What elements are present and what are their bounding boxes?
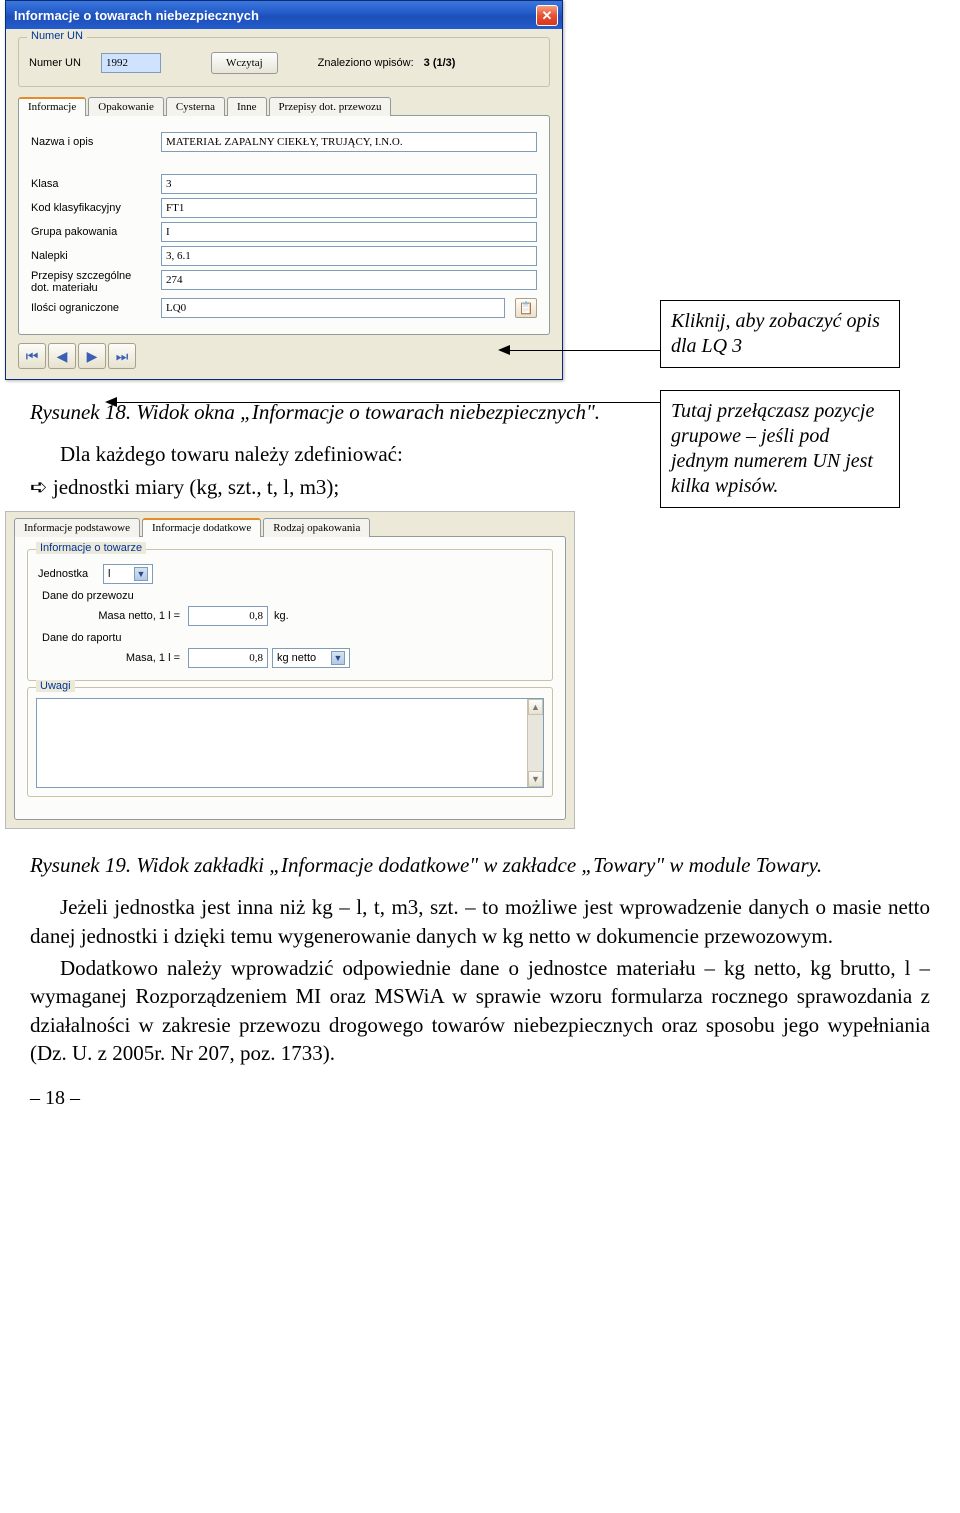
nalepki-input[interactable] [161,246,537,266]
prev-icon: ◀ [57,348,68,365]
lq-info-button[interactable]: 📋 [515,298,537,318]
group-info-towarze: Informacje o towarze [36,542,146,554]
tabs: Informacje Opakowanie Cysterna Inne Prze… [18,97,550,116]
record-nav: ⏮ ◀ ▶ ⏭ [18,343,550,369]
masa-unit-value: kg netto [277,652,325,664]
jednostka-label: Jednostka [38,568,103,580]
scroll-down-icon[interactable]: ▼ [528,771,543,787]
jednostka-select[interactable]: l ▼ [103,564,153,584]
masa-netto-unit: kg. [274,610,289,622]
body-para-2: Dodatkowo należy wprowadzić odpowiednie … [30,954,930,1067]
ilosci-label: Ilości ograniczone [31,302,151,314]
masa-input[interactable] [188,648,268,668]
numer-un-label: Numer UN [29,57,91,69]
nav-first-button[interactable]: ⏮ [18,343,46,369]
przepisy-label: Przepisy szczególne dot. materiału [31,270,151,294]
numer-un-input[interactable] [101,53,161,73]
group-numer-un: Numer UN Numer UN Wczytaj Znaleziono wpi… [18,37,550,87]
found-label: Znaleziono wpisów: [318,57,414,69]
tab-cysterna[interactable]: Cysterna [166,97,225,116]
first-icon: ⏮ [26,348,39,365]
page-number: – 18 – [30,1085,930,1112]
tab-opakowanie[interactable]: Opakowanie [88,97,164,116]
figure-19-caption: Rysunek 19. Widok zakładki „Informacje d… [30,851,930,879]
last-icon: ⏭ [116,348,129,365]
jednostka-value: l [108,568,128,580]
chevron-down-icon: ▼ [331,651,345,665]
dane-raportu-label: Dane do raportu [42,632,542,644]
callout-arrow-2-head [105,397,117,407]
nav-next-button[interactable]: ▶ [78,343,106,369]
close-button[interactable]: ✕ [536,5,558,26]
callout-arrow-1-head [498,345,510,355]
titlebar: Informacje o towarach niebezpiecznych ✕ [6,1,562,29]
bullet-arrow-icon: ➪ [30,475,53,499]
grupa-label: Grupa pakowania [31,226,151,238]
callout-lq: Kliknij, aby zobaczyć opis dla LQ 3 [660,300,900,368]
ilosci-input[interactable] [161,298,505,318]
nazwa-label: Nazwa i opis [31,136,151,148]
group-uwagi: Uwagi [36,680,75,692]
clipboard-icon: 📋 [519,301,534,315]
tab2-dodatkowe[interactable]: Informacje dodatkowe [142,518,261,537]
window-title: Informacje o towarach niebezpiecznych [14,8,259,23]
scroll-up-icon[interactable]: ▲ [528,699,543,715]
next-icon: ▶ [87,348,98,365]
callout-arrow-1-line [508,350,663,351]
group-legend: Numer UN [27,30,87,42]
tab-informacje[interactable]: Informacje [18,97,86,116]
grupa-input[interactable] [161,222,537,242]
przepisy-input[interactable] [161,270,537,290]
dialog-un-info: Informacje o towarach niebezpiecznych ✕ … [5,0,563,380]
panel-info-dodatkowe: Informacje podstawowe Informacje dodatko… [5,511,575,829]
klasa-label: Klasa [31,178,151,190]
tab2-opakowanie[interactable]: Rodzaj opakowania [263,518,370,537]
wczytaj-button[interactable]: Wczytaj [211,52,278,74]
close-icon: ✕ [542,9,553,22]
def-units: jednostki miary (kg, szt., t, l, m3); [53,475,339,499]
kod-label: Kod klasyfikacyjny [31,202,151,214]
nazwa-input[interactable] [161,132,537,152]
tab2-podstawowe[interactable]: Informacje podstawowe [14,518,140,537]
dane-przewozu-label: Dane do przewozu [42,590,542,602]
def-intro: Dla każdego towaru należy zdefiniować: [60,442,403,466]
nalepki-label: Nalepki [31,250,151,262]
uwagi-textarea[interactable]: ▲ ▼ [36,698,544,788]
kod-input[interactable] [161,198,537,218]
tab-inne[interactable]: Inne [227,97,267,116]
nav-last-button[interactable]: ⏭ [108,343,136,369]
nav-prev-button[interactable]: ◀ [48,343,76,369]
masa-unit-select[interactable]: kg netto ▼ [272,648,350,668]
tab-przepisy[interactable]: Przepisy dot. przewozu [269,97,392,116]
scrollbar[interactable]: ▲ ▼ [527,699,543,787]
tab-panel-informacje: Nazwa i opis Klasa Kod klasyfikacyjny Gr… [18,115,550,335]
callout-nav: Tutaj przełączasz pozycje grupowe – jeśl… [660,390,900,508]
klasa-input[interactable] [161,174,537,194]
found-value: 3 (1/3) [424,57,456,69]
masa-label: Masa, 1 l = [38,652,188,664]
masa-netto-label: Masa netto, 1 l = [38,610,188,622]
body-para-1: Jeżeli jednostka jest inna niż kg – l, t… [30,893,930,950]
chevron-down-icon: ▼ [134,567,148,581]
masa-netto-input[interactable] [188,606,268,626]
callout-arrow-2-line [115,402,663,403]
